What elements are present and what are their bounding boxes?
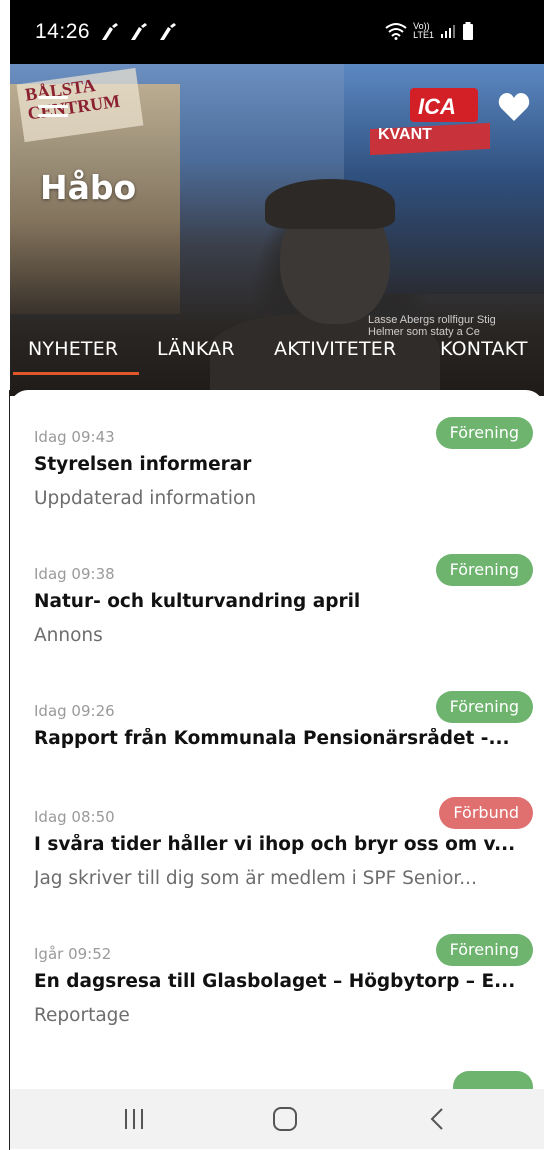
app-screen: 14:26 Vo)) LTE1 BÅLSTA CENTRUM KVANT ICA… <box>10 0 544 1149</box>
signal-icon <box>441 25 455 38</box>
back-icon[interactable] <box>428 1107 448 1131</box>
news-subtitle: Uppdaterad information <box>34 488 257 509</box>
tab-kontakt[interactable]: KONTAKT <box>440 338 528 360</box>
tab-aktiviteter[interactable]: AKTIVITETER <box>274 338 396 360</box>
tab-nyheter[interactable]: NYHETER <box>28 338 118 360</box>
hero-kvant-text: KVANT <box>378 126 432 143</box>
network-label: Vo)) LTE1 <box>413 22 434 40</box>
tab-lankar[interactable]: LÄNKAR <box>157 338 235 360</box>
screen-edge-line <box>9 390 10 1150</box>
tab-bar: NYHETER LÄNKAR AKTIVITETER KONTAKT <box>10 330 544 376</box>
status-time: 14:26 <box>35 20 91 43</box>
wifi-icon <box>385 23 407 40</box>
recents-icon[interactable] <box>122 1107 146 1131</box>
news-time: Idag 08:50 <box>34 808 115 826</box>
news-title: Styrelsen informerar <box>34 454 252 475</box>
status-right-icons: Vo)) LTE1 <box>385 22 474 40</box>
news-time: Idag 09:26 <box>34 702 115 720</box>
page-title: Håbo <box>40 168 137 207</box>
battery-icon <box>463 22 473 40</box>
network-label-bottom: LTE1 <box>413 30 434 40</box>
broom-icon <box>160 23 177 40</box>
menu-bar <box>38 114 68 117</box>
news-title: En dagsresa till Glasbolaget – Högbytorp… <box>34 971 516 992</box>
news-time: Idag 09:43 <box>34 428 115 446</box>
active-tab-indicator <box>13 372 139 375</box>
broom-icon <box>131 23 148 40</box>
category-badge: Förbund <box>439 797 533 829</box>
news-subtitle: Jag skriver till dig som är medlem i SPF… <box>34 868 477 889</box>
hamburger-icon[interactable] <box>38 96 68 120</box>
news-list: Idag 09:43 Förening Styrelsen informerar… <box>10 390 544 1090</box>
menu-bar <box>38 96 68 99</box>
hero-ica-text: ICA <box>418 94 456 119</box>
category-badge: Förening <box>435 934 533 966</box>
heart-icon[interactable] <box>498 92 530 126</box>
menu-bar <box>38 105 68 108</box>
news-subtitle: Reportage <box>34 1005 130 1026</box>
news-title: Rapport från Kommunala Pensionärsrådet -… <box>34 728 510 749</box>
notification-icons <box>100 23 178 41</box>
system-nav-bar <box>10 1089 544 1149</box>
news-title: Natur- och kulturvandring april <box>34 591 361 612</box>
home-icon[interactable] <box>272 1107 298 1131</box>
hero-statue-cap <box>265 179 395 229</box>
category-badge: Förening <box>435 691 533 723</box>
category-badge-partial <box>453 1071 533 1090</box>
news-time: Idag 09:38 <box>34 565 115 583</box>
category-badge: Förening <box>435 417 533 449</box>
category-badge: Förening <box>435 554 533 586</box>
news-time: Igår 09:52 <box>34 945 112 963</box>
broom-icon <box>102 23 119 40</box>
status-bar: 14:26 Vo)) LTE1 <box>10 0 544 64</box>
news-subtitle: Annons <box>34 625 103 646</box>
news-title: I svåra tider håller vi ihop och bryr os… <box>34 834 516 855</box>
